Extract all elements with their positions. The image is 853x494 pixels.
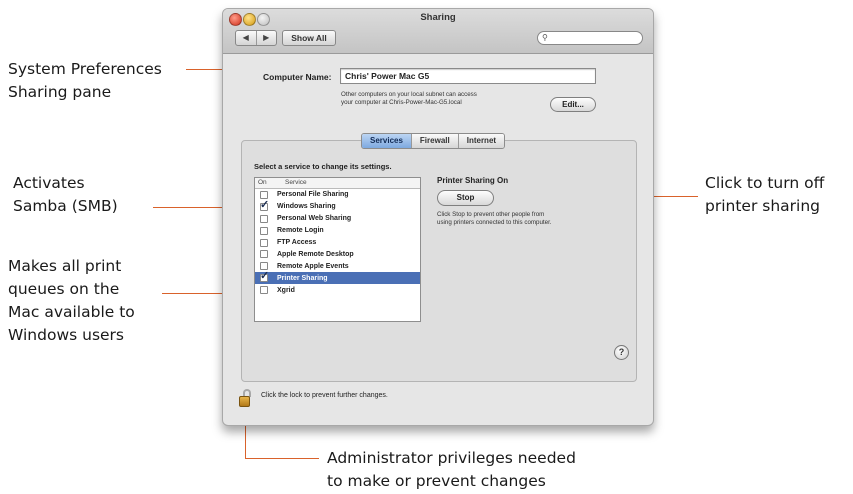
service-checkbox[interactable] (260, 238, 268, 247)
list-item[interactable]: Personal File Sharing (255, 189, 420, 201)
service-name: FTP Access (277, 239, 317, 246)
service-checkbox[interactable]: ✓ (260, 198, 270, 211)
service-name: Xgrid (277, 286, 295, 294)
status-description-line: using printers connected to this compute… (437, 219, 552, 226)
subnet-info-line: Other computers on your local subnet can… (341, 91, 477, 98)
service-name: Remote Apple Events (277, 262, 349, 270)
checkmark-icon: ✓ (260, 270, 270, 283)
tab-services[interactable]: Services (362, 134, 411, 148)
help-button[interactable]: ? (614, 345, 629, 360)
callout-line-2: printer sharing (705, 197, 820, 215)
service-checkbox[interactable] (260, 226, 268, 235)
checkmark-icon: ✓ (260, 198, 270, 211)
search-input[interactable]: ⚲ (537, 31, 643, 45)
list-item[interactable]: Remote Login (255, 225, 420, 237)
lock-text: Click the lock to prevent further change… (261, 392, 388, 399)
callout-line-1: Administrator privileges needed (327, 449, 576, 467)
column-header-service: Service (285, 179, 307, 186)
service-name: Personal Web Sharing (277, 215, 352, 223)
callout-line-2: Sharing pane (8, 83, 112, 101)
callout-admin: Administrator privileges needed to make … (327, 447, 576, 493)
status-title: Printer Sharing On (437, 176, 509, 185)
list-item[interactable]: Apple Remote Desktop (255, 248, 420, 260)
service-name: Printer Sharing (277, 274, 328, 282)
list-item[interactable]: ✓ Printer Sharing (255, 270, 420, 285)
callout-line-1: Makes all print (8, 257, 122, 275)
list-item[interactable]: Remote Apple Events (255, 260, 420, 272)
callout-line-1: Click to turn off (705, 174, 825, 192)
callout-line-3: Mac available to (8, 303, 135, 321)
callout-line-2: to make or prevent changes (327, 472, 546, 490)
callout-line-4: Windows users (8, 326, 125, 344)
service-checkbox[interactable] (260, 190, 268, 199)
service-name: Apple Remote Desktop (277, 250, 354, 258)
service-checkbox[interactable]: ✓ (260, 270, 270, 283)
status-description-line: Click Stop to prevent other people from (437, 211, 545, 218)
show-all-button[interactable]: Show All (282, 30, 336, 46)
subnet-info: Other computers on your local subnet can… (341, 91, 477, 107)
service-name: Remote Login (277, 227, 324, 235)
subnet-info-line: your computer at Chris-Power-Mac-G5.loca… (341, 99, 462, 106)
nav-buttons: ◀ ▶ (235, 30, 277, 46)
callout-line-2: queues on the (8, 280, 120, 298)
title-bar: Sharing ◀ ▶ Show All ⚲ (223, 9, 653, 54)
stop-button[interactable]: Stop (437, 190, 494, 206)
service-name: Windows Sharing (277, 203, 336, 211)
callout-samba: Activates Samba (SMB) (13, 172, 118, 218)
callout-line-1: System Preferences (8, 60, 162, 78)
service-list: On Service Personal File Sharing ✓ Windows… (254, 177, 421, 322)
lock-icon[interactable] (239, 389, 253, 407)
list-item[interactable]: ✓ Windows Sharing (255, 198, 420, 213)
computer-name-label: Computer Name: (263, 72, 332, 82)
magnifier-icon: ⚲ (542, 33, 548, 42)
service-name: Personal File Sharing (277, 191, 349, 199)
service-checkbox[interactable] (260, 262, 268, 271)
window-title: Sharing (420, 12, 456, 23)
list-item[interactable]: Personal Web Sharing (255, 213, 420, 225)
edit-button[interactable]: Edit... (550, 97, 596, 112)
service-checkbox[interactable] (260, 250, 268, 259)
callout-line-2: Samba (SMB) (13, 197, 118, 215)
list-item[interactable]: FTP Access (255, 237, 420, 249)
callout-line-1: Activates (13, 174, 85, 192)
back-arrow-icon[interactable]: ◀ (236, 31, 256, 45)
column-header-on: On (258, 179, 267, 186)
instruction-text: Select a service to change its settings. (254, 162, 392, 171)
callout-connector (245, 458, 319, 459)
service-checkbox[interactable] (260, 214, 268, 223)
list-item[interactable]: Xgrid (255, 284, 420, 296)
tab-bar: Services Firewall Internet (361, 133, 506, 149)
callout-print-queues: Makes all print queues on the Mac availa… (8, 255, 135, 347)
computer-name-field[interactable]: Chris' Power Mac G5 (340, 68, 596, 84)
status-description: Click Stop to prevent other people from … (437, 211, 552, 227)
tab-internet[interactable]: Internet (457, 134, 505, 148)
service-checkbox[interactable] (260, 286, 268, 295)
tab-firewall[interactable]: Firewall (410, 134, 458, 148)
forward-arrow-icon[interactable]: ▶ (255, 31, 277, 45)
list-header: On Service (255, 178, 420, 189)
sharing-window: Sharing ◀ ▶ Show All ⚲ Computer Name: Ch… (222, 8, 654, 426)
callout-turn-off: Click to turn off printer sharing (705, 172, 824, 218)
callout-system-preferences: System Preferences Sharing pane (8, 58, 162, 104)
